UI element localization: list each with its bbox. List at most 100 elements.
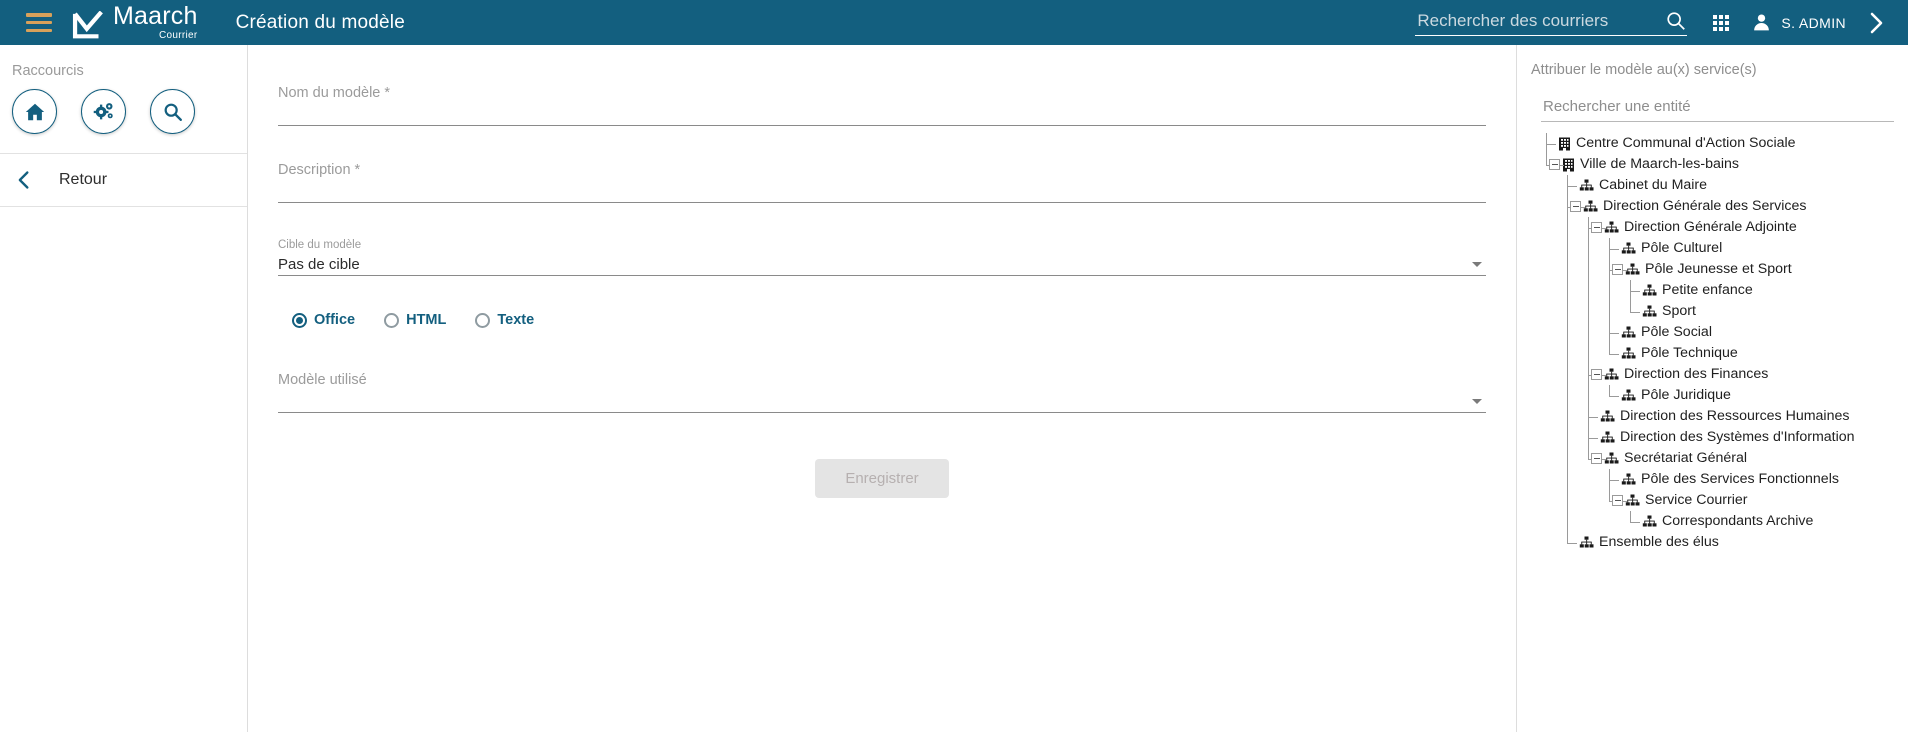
org-chart-icon — [1600, 410, 1615, 423]
entity-tree-node[interactable]: Sport — [1535, 301, 1908, 322]
hamburger-menu-icon[interactable] — [26, 13, 52, 32]
home-shortcut-button[interactable] — [12, 89, 57, 134]
org-chart-icon — [1642, 284, 1657, 297]
entity-tree-node[interactable]: Pôle Technique — [1535, 343, 1908, 364]
radio-circle-icon[interactable] — [384, 312, 400, 328]
org-chart-icon — [1621, 389, 1636, 402]
top-header-bar: Maarch Courrier Création du modèle S. AD… — [0, 0, 1908, 45]
entity-tree-node-label: Correspondants Archive — [1662, 513, 1814, 530]
entity-tree-node-label: Pôle Juridique — [1641, 387, 1731, 404]
search-icon[interactable] — [1665, 10, 1687, 32]
apps-grid-button[interactable] — [1713, 14, 1730, 31]
entity-search[interactable] — [1541, 97, 1894, 122]
shortcuts-title: Raccourcis — [12, 63, 84, 79]
org-chart-icon — [1625, 494, 1640, 507]
entity-tree-node[interactable]: Petite enfance — [1535, 280, 1908, 301]
tree-toggle-collapse-icon[interactable] — [1612, 495, 1623, 506]
administration-shortcut-button[interactable] — [81, 89, 126, 134]
org-chart-icon — [1621, 347, 1636, 360]
entity-tree-node-label: Direction des Ressources Humaines — [1620, 408, 1850, 425]
entity-tree-node[interactable]: Direction des Finances — [1535, 364, 1908, 385]
user-menu[interactable]: S. ADMIN — [1751, 12, 1846, 33]
entity-tree-node[interactable]: Centre Communal d'Action Sociale — [1535, 133, 1908, 154]
entity-tree-node[interactable]: Ensemble des élus — [1535, 532, 1908, 553]
tree-toggle-collapse-icon[interactable] — [1591, 369, 1602, 380]
gears-icon — [93, 103, 113, 120]
entity-tree-node[interactable]: Pôle Jeunesse et Sport — [1535, 259, 1908, 280]
entity-tree-node[interactable]: Cabinet du Maire — [1535, 175, 1908, 196]
entity-tree-node[interactable]: Pôle Social — [1535, 322, 1908, 343]
radio-circle-icon[interactable] — [475, 312, 491, 328]
entity-tree-node[interactable]: Direction Générale Adjointe — [1535, 217, 1908, 238]
org-chart-icon — [1604, 368, 1619, 381]
entity-tree-node-label: Petite enfance — [1662, 282, 1753, 299]
tree-toggle-collapse-icon[interactable] — [1570, 201, 1581, 212]
right-panel: Attribuer le modèle au(x) service(s) Cen… — [1516, 45, 1908, 732]
brand-name: Maarch — [113, 2, 198, 30]
org-chart-icon — [1583, 200, 1598, 213]
header-right-group: S. ADMIN — [1415, 0, 1908, 45]
entity-tree-node[interactable]: Direction des Ressources Humaines — [1535, 406, 1908, 427]
org-chart-icon — [1621, 326, 1636, 339]
entity-tree-node[interactable]: Direction Générale des Services — [1535, 196, 1908, 217]
entity-tree-node-label: Pôle des Services Fonctionnels — [1641, 471, 1839, 488]
entity-tree-node[interactable]: Direction des Systèmes d'Information — [1535, 427, 1908, 448]
chevron-down-icon[interactable] — [1472, 399, 1482, 404]
entity-tree-node-label: Ensemble des élus — [1599, 534, 1719, 551]
entity-search-input[interactable] — [1541, 97, 1894, 116]
brand-logo[interactable]: Maarch Courrier — [72, 4, 198, 41]
tree-toggle-collapse-icon[interactable] — [1591, 222, 1602, 233]
description-field-group: Description * — [278, 162, 1486, 203]
entity-tree-node-label: Direction Générale Adjointe — [1624, 219, 1797, 236]
entity-tree-node-label: Direction Générale des Services — [1603, 198, 1807, 215]
entity-tree-node-label: Pôle Social — [1641, 324, 1712, 341]
name-input[interactable] — [278, 106, 1486, 126]
org-chart-icon — [1642, 515, 1657, 528]
user-avatar-icon — [1754, 14, 1770, 31]
description-input[interactable] — [278, 183, 1486, 203]
search-shortcut-button[interactable] — [150, 89, 195, 134]
radio-circle-icon[interactable] — [292, 312, 307, 328]
entity-tree-node[interactable]: Correspondants Archive — [1535, 511, 1908, 532]
back-button[interactable]: Retour — [0, 154, 247, 206]
tree-toggle-collapse-icon[interactable] — [1612, 264, 1623, 275]
entity-tree-node[interactable]: Pôle Juridique — [1535, 385, 1908, 406]
entity-tree-node[interactable]: Service Courrier — [1535, 490, 1908, 511]
tree-toggle-collapse-icon[interactable] — [1591, 453, 1602, 464]
template-used-select[interactable] — [278, 393, 1486, 413]
save-button[interactable]: Enregistrer — [815, 459, 949, 498]
entity-tree-node[interactable]: Ville de Maarch-les-bains — [1535, 154, 1908, 175]
radio-option-office[interactable]: Office — [292, 312, 355, 328]
main-content: Nom du modèle * Description * Cible du m… — [248, 45, 1516, 732]
entity-tree-node[interactable]: Secrétariat Général — [1535, 448, 1908, 469]
entity-tree-node-label: Secrétariat Général — [1624, 450, 1748, 467]
chevron-down-icon[interactable] — [1472, 262, 1482, 267]
org-chart-icon — [1579, 179, 1594, 192]
org-chart-icon — [1604, 221, 1619, 234]
entity-tree-node[interactable]: Pôle des Services Fonctionnels — [1535, 469, 1908, 490]
search-input[interactable] — [1415, 9, 1666, 32]
entity-tree-node-label: Centre Communal d'Action Sociale — [1576, 135, 1796, 152]
org-chart-icon — [1642, 305, 1657, 318]
chevron-left-icon[interactable] — [14, 170, 34, 190]
search-icon — [164, 103, 182, 121]
grid-apps-icon[interactable] — [1713, 14, 1730, 31]
tree-toggle-collapse-icon[interactable] — [1549, 159, 1560, 170]
org-chart-icon — [1621, 473, 1636, 486]
target-select[interactable]: Pas de cible — [278, 256, 1486, 276]
template-used-label: Modèle utilisé — [278, 372, 367, 388]
page-title: Création du modèle — [235, 11, 405, 33]
entity-tree-node[interactable]: Pôle Culturel — [1535, 238, 1908, 259]
building-icon — [1558, 137, 1571, 151]
expand-panel-button[interactable] — [1866, 11, 1886, 35]
header-search[interactable] — [1415, 9, 1688, 36]
entity-tree-node-label: Pôle Jeunesse et Sport — [1645, 261, 1792, 278]
radio-option-html[interactable]: HTML — [384, 312, 446, 328]
entity-tree-node-label: Direction des Systèmes d'Information — [1620, 429, 1855, 446]
chevron-right-icon[interactable] — [1866, 11, 1886, 35]
entity-tree: Centre Communal d'Action Sociale Ville de… — [1517, 133, 1908, 553]
radio-option-texte[interactable]: Texte — [475, 312, 534, 328]
maarch-logo-icon — [72, 11, 103, 39]
description-field-label: Description * — [278, 162, 361, 178]
template-type-radio-group: Office HTML Texte — [292, 312, 1486, 328]
